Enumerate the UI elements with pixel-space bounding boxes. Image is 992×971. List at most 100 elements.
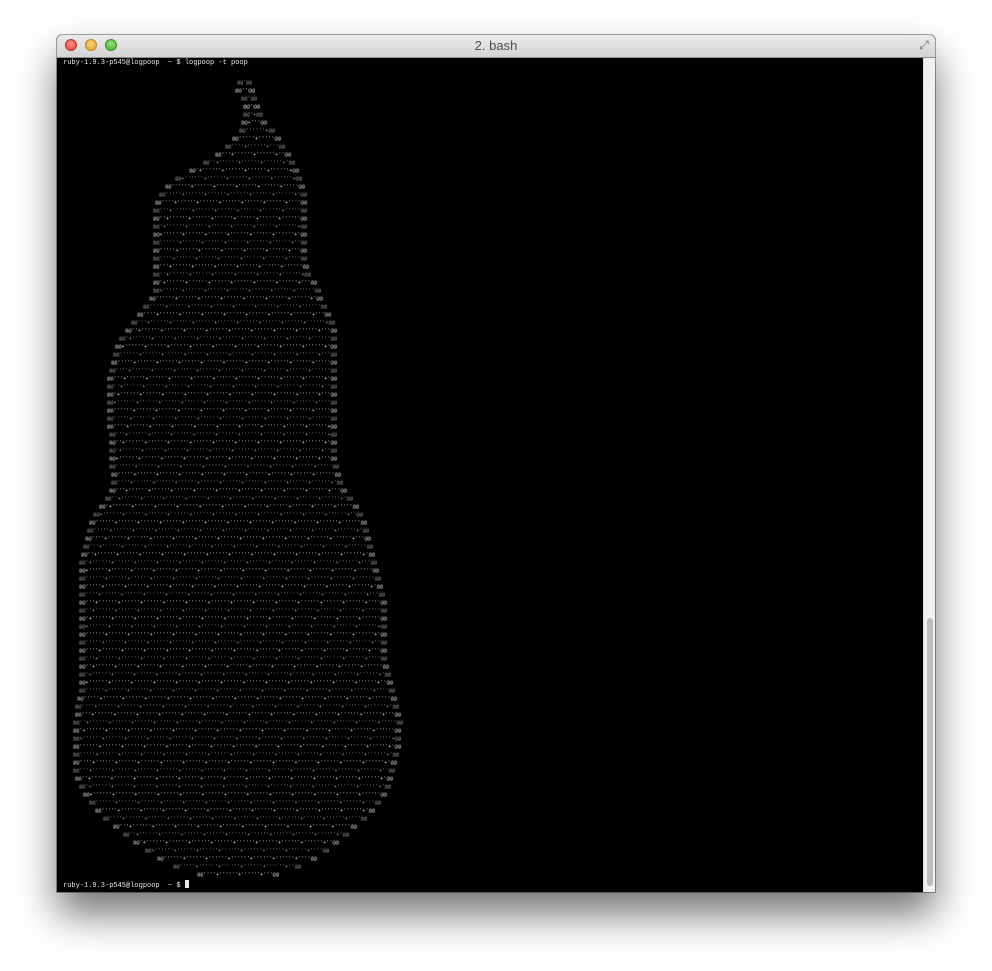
ascii-art-row: @@'''''+''''''+''''''+''''''+''''''+''''… xyxy=(111,360,338,366)
ascii-art-row: @@''''''+''''''+''''''+''''''+''''''+'''… xyxy=(153,240,308,246)
ascii-art-row: @@''''+''''''+'''@@ xyxy=(225,144,286,150)
ascii-art-row: @@'''''+''''''+''''''+''''''+''''''+''@@ xyxy=(173,864,302,870)
ascii-art-row: @@'''''+''''''+''''''+''''''+''''''+''''… xyxy=(79,584,384,590)
ascii-art-row: @@+''''''+''''''+''''''+''''''+''''''+''… xyxy=(115,344,338,350)
ascii-art-row: @@'''+''''''+''''''+''@@ xyxy=(215,152,292,158)
ascii-art-row: @@''''''+''''''+''''''+''''''+''''''+'''… xyxy=(157,856,318,862)
ascii-art-row: @@'''''+''''''+''''''+''''''+''''''+''''… xyxy=(159,192,308,198)
vertical-scrollbar[interactable] xyxy=(923,58,935,892)
ascii-art-row: @@'''''+''''''+''''''+''''''+''''''+''''… xyxy=(111,472,342,478)
ascii-art-row: @@''+''''''+''''''+''''''+''''''+''''''+… xyxy=(79,608,388,614)
ascii-art-row: @@'''+''''''+''''''+''''''+''''''+''''''… xyxy=(109,432,338,438)
ascii-art-row: @@+'''@@ xyxy=(241,120,268,126)
ascii-art-row: @@'+@@ xyxy=(243,112,264,118)
ascii-art-row: @@'+''''''+''''''+''''''+''''''+''''''+'… xyxy=(119,336,338,342)
ascii-art-row: @@+''''''+''''''+''''''+''''''+''''''+''… xyxy=(107,400,338,406)
ascii-art-row: @@''''+''''''+''''''+''''''+''''''+'''''… xyxy=(137,312,332,318)
ascii-art-row: @@''''+''''''+''''''+''''''+''''''+'''''… xyxy=(75,704,400,710)
ascii-art-row: @@''''+''''''+''''''+''''''+''''''+'''''… xyxy=(111,480,344,486)
ascii-art-row: @@'+''''''+''''''+''''''+''''''+''''''+'… xyxy=(153,224,308,230)
ascii-art-row: @@'+''''''+''''''+''''''+''''''+''''''+'… xyxy=(79,616,388,622)
title-bar[interactable]: 2. bash ⤢ xyxy=(57,35,935,58)
ascii-art-row: @@+''''''+''''''+''''''+''''''+''''''+''… xyxy=(79,624,388,630)
ascii-art-row: @@'''+''''''+''''''+''''''+''''''+''''''… xyxy=(75,712,402,718)
scrollbar-thumb[interactable] xyxy=(927,618,933,886)
ascii-art-row: @@'''+''''''+''''''+''''''+''''''+''''''… xyxy=(107,376,338,382)
ascii-art-row: @@'@@ xyxy=(243,104,261,110)
ascii-art-row: @@''''''+''''''+''''''+''''''+''''''+'''… xyxy=(113,352,338,358)
ascii-art-row: @@''''''+''''''+''''''+''''''+''''''+'''… xyxy=(149,296,324,302)
ascii-art-row: @@'+''''''+''''''+''''''+''''''+''''''+'… xyxy=(133,840,340,846)
ascii-art-row: @@'+''''''+''''''+''''''+''''''+''''''+'… xyxy=(79,784,392,790)
ascii-art-row: @@'''''+''''''+''''''+''''''+''''''+''''… xyxy=(153,248,308,254)
prompt-text: ruby-1.9.3-p545@logpoop ~ $ xyxy=(63,882,185,890)
ascii-art-row: @@'''+''''''+''''''+''''''+''''''+''''''… xyxy=(153,208,308,214)
ascii-art-row: @@''+''''''+''''''+''''''+''''''+''''''+… xyxy=(105,496,354,502)
ascii-art-row: @@''+''''''+''''''+''''''+''''''+''''''+… xyxy=(125,328,338,334)
fullscreen-icon[interactable]: ⤢ xyxy=(917,38,931,52)
ascii-art-row: @@''+''''''+''''''+''''''+''''''+''''''+… xyxy=(109,440,338,446)
ascii-art-row: @@'+''''''+''''''+''''''+''''''+''''''+'… xyxy=(73,728,402,734)
ascii-art-row: @@'''''+''''''+''''''+''''''+''''''+''''… xyxy=(143,304,328,310)
ascii-art-row: @@''''+''''''+''''''+''''''+''''''+'''''… xyxy=(79,648,388,654)
ascii-art-row: @@''''''+''''''+''''''+''''''+''''''+'''… xyxy=(79,688,396,694)
ascii-art-row: @@'''+''''''+''''''+''''''+''''''+''''''… xyxy=(83,544,374,550)
ascii-art-row: @@'''+''''''+''''''+''''''+''''''+''''''… xyxy=(109,488,348,494)
ascii-art-row: @@'''''+''''''+''''''+''''''+''''''+''''… xyxy=(107,416,338,422)
ascii-art-row: @@''+''''''+''''''+''''''+''''''+''''''+… xyxy=(123,832,350,838)
ascii-art-row: @@''''''+''''''+''''''+''''''+''''''+'''… xyxy=(79,632,388,638)
ascii-art-row: @@''+''''''+''''''+''''''+''''''+''''''+… xyxy=(81,552,376,558)
ascii-art-row: @@''''+''''''+''''''+''''''+''''''+'''''… xyxy=(155,200,308,206)
ascii-art-row: @@''''''+''''''+''''''+''''''+''''''+'''… xyxy=(109,464,340,470)
ascii-art-row: @@''+''''''+''''''+''''''+''''''+''''''+… xyxy=(73,720,404,726)
ascii-art-row: @@''''''+''''''+''''''+''''''+''''''+'''… xyxy=(89,520,368,526)
ascii-art-row: @@+''''''+''''''+''''''+''''''+''''''+''… xyxy=(109,456,338,462)
ascii-art-row: @@'+''''''+''''''+''''''+''''''+''''''+'… xyxy=(107,392,338,398)
ascii-art-row: @@'''''+''''''+''''''+''''''+''''''+''''… xyxy=(79,640,388,646)
ascii-art-row: @@'''''+''''''+''''''+''''''+''''''+''''… xyxy=(95,808,376,814)
ascii-art-row: @@'''+''''''+''''''+''''''+''''''+''''''… xyxy=(113,824,358,830)
ascii-art-row: @@'''''+''''''+''''''+''''''+''''''+''''… xyxy=(73,752,400,758)
ascii-art-row: @@''+''''''+''''''+''''''+''''''+''''''+… xyxy=(107,384,338,390)
terminal-output[interactable]: ruby-1.9.3-p545@logpoop ~ $ logpoop -t p… xyxy=(57,58,923,892)
ascii-art-row: @@''''+''''''+''''''+''''''+''''''+'''''… xyxy=(103,816,368,822)
ascii-art-row: @@'''+''''''+''''''+''''''+''''''+''''''… xyxy=(79,656,388,662)
poop-ascii-art: @@'@@ @@''@@ @@'@@ @@'@@ @@'+@@ @@+'''@@ @@'''… xyxy=(73,80,404,878)
ascii-art-row: @@'@@ xyxy=(241,96,258,102)
ascii-art-row: @@''''+''''''+''''''+''''''+''''''+'''''… xyxy=(73,760,398,766)
ascii-art-row: @@''@@ xyxy=(235,88,256,94)
ascii-art-row: @@''+''''''+''''''+''''''+''''''+''''''+… xyxy=(75,776,394,782)
ascii-art-row: @@''+''''''+''''''+''''''+''''''+''''''+… xyxy=(79,664,390,670)
ascii-art-row: @@+''''''+''''''+''''''+''''''+''''''+''… xyxy=(79,680,394,686)
ascii-art-row: @@'+''''''+''''''+''''''+''''''+''''''+'… xyxy=(153,280,318,286)
ascii-art-row: @@''''''+''''''+''''''+''''''+''''''+'''… xyxy=(107,408,338,414)
ascii-art-row: @@''''''+''''''+''''''+''''''+''''''+'''… xyxy=(89,800,382,806)
ascii-art-row: @@'+''''''+''''''+''''''+''''''+''''''+'… xyxy=(79,560,378,566)
ascii-art-row: @@''''+''''''+''''''+''''''+''''''+'''''… xyxy=(85,536,372,542)
ascii-art-row: @@'''''+''''''+''''''+''''''+''''''+''''… xyxy=(87,528,370,534)
ascii-art-row: @@+''''''+''''''+''''''+''''''+''''''+''… xyxy=(83,792,388,798)
text-cursor xyxy=(184,880,189,888)
prompt-current-line[interactable]: ruby-1.9.3-p545@logpoop ~ $ xyxy=(63,880,189,890)
ascii-art-row: @@''''+''''''+''''''+''''''+''''''+'''''… xyxy=(79,592,386,598)
ascii-art-row: @@''''''+@@ xyxy=(239,128,276,134)
ascii-art-row: @@''''+''''''+''''''+''''''+''''''+'''''… xyxy=(107,424,338,430)
ascii-art-row: @@''''+''''''+''''''+''''''+''''''+'''''… xyxy=(109,368,338,374)
ascii-art-row: @@+''''''+''''''+''''''+''''''+''''''+''… xyxy=(73,736,402,742)
ascii-art-row: @@+''''''+''''''+''''''+''''''+''''''+''… xyxy=(79,568,380,574)
terminal-window: 2. bash ⤢ ruby-1.9.3-p545@logpoop ~ $ lo… xyxy=(57,35,935,892)
ascii-art-row: @@+''''''+''''''+''''''+''''''+''''''+''… xyxy=(93,512,364,518)
ascii-art-row: @@''''+''''''+''''''+''''''+''''''+'''''… xyxy=(153,256,308,262)
ascii-art-row: @@'+''''''+''''''+''''''+''''''+@@ xyxy=(189,168,300,174)
ascii-art-row: @@'''''+''''''+''''''+''''''+''''''+''''… xyxy=(77,696,398,702)
ascii-art-row: @@''''+''''''+''''''+'''@@ xyxy=(197,872,280,878)
ascii-art-row: @@'''+''''''+''''''+''''''+''''''+''''''… xyxy=(153,264,310,270)
ascii-art-row: @@+''''''+''''''+''''''+''''''+''''''+''… xyxy=(153,232,308,238)
ascii-art-row: @@+''''''+''''''+''''''+''''''+''''''+@@ xyxy=(175,176,303,182)
ascii-art-row: @@+''''''+''''''+''''''+''''''+''''''+''… xyxy=(145,848,330,854)
ascii-art-row: @@+''''''+''''''+''''''+''''''+''''''+''… xyxy=(153,288,322,294)
ascii-art-row: @@'+''''''+''''''+''''''+''''''+''''''+'… xyxy=(109,448,338,454)
ascii-art-row: @@'''+''''''+''''''+''''''+''''''+''''''… xyxy=(79,600,388,606)
window-title: 2. bash xyxy=(474,38,518,53)
ascii-art-rows: @@'@@ @@''@@ @@'@@ @@'@@ @@'+@@ @@+'''@@ @@'''… xyxy=(73,80,404,878)
